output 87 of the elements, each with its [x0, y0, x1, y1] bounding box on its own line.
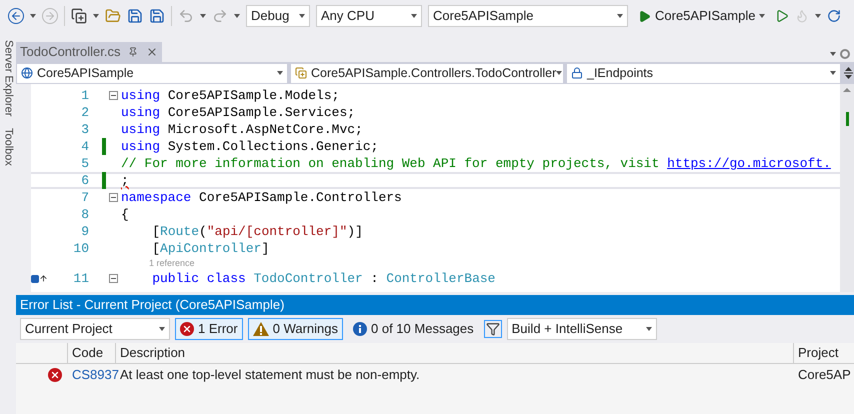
code-line: {	[120, 206, 130, 223]
line-number: 5	[80, 155, 89, 172]
column-header[interactable]: Code	[68, 343, 116, 363]
caret-icon	[815, 14, 822, 18]
caret-icon	[759, 14, 766, 18]
caret-icon	[646, 327, 652, 331]
line-number: 9	[80, 223, 89, 240]
startup-project-dropdown[interactable]: Core5APISample	[428, 5, 628, 27]
filter-toggle[interactable]: 1 Error	[175, 318, 243, 340]
line-number: 6	[80, 172, 89, 189]
code-line: // For more information on enabling Web API for empty projects, visit https://go.microsoft.	[120, 155, 832, 172]
navigation-dropdown[interactable]: Core5APISample.Controllers.TodoController	[291, 64, 563, 82]
column-header[interactable]: Project	[794, 343, 854, 363]
caret-icon	[830, 52, 836, 56]
line-number: 8	[80, 206, 89, 223]
scope-dropdown[interactable]: Current Project	[20, 318, 170, 340]
panel-title: Error List - Current Project (Core5APISample)	[16, 295, 854, 315]
save-all-icon[interactable]	[149, 8, 165, 24]
configuration-dropdown[interactable]: Debug	[246, 5, 310, 27]
change-bar	[102, 138, 106, 155]
caret-icon	[200, 14, 206, 18]
fold-toggle[interactable]	[109, 274, 118, 283]
folder-icon[interactable]	[105, 8, 121, 24]
navigation-dropdown[interactable]: _IEndpoints	[567, 64, 840, 82]
new-project-icon[interactable]	[71, 8, 87, 24]
code-line: public class TodoController : ControllerBase	[151, 270, 496, 287]
override-icon[interactable]	[31, 274, 48, 283]
lock-icon	[571, 67, 583, 79]
code-line: namespace Core5APISample.Controllers	[120, 189, 403, 206]
code-line: ;	[120, 172, 130, 189]
line-number: 10	[72, 240, 89, 257]
change-bar	[102, 172, 106, 189]
line-number: 4	[80, 138, 89, 155]
close-icon[interactable]	[146, 46, 158, 58]
navigation-dropdown[interactable]: Core5APISample	[17, 64, 287, 82]
settings-icon[interactable]	[840, 49, 850, 59]
caret-icon	[830, 71, 836, 75]
code-line: using Core5APISample.Models;	[120, 87, 340, 104]
line-number: 3	[80, 121, 89, 138]
error-icon	[48, 368, 62, 382]
play-icon	[638, 10, 651, 22]
fold-toggle[interactable]	[109, 193, 118, 202]
pin-icon[interactable]	[128, 47, 138, 57]
line-number: 1	[80, 87, 89, 104]
line-number: 7	[80, 189, 89, 206]
caret-icon	[617, 14, 623, 18]
back-icon[interactable]	[8, 8, 24, 24]
column-header[interactable]: Description	[116, 343, 794, 363]
scrollbar[interactable]	[840, 84, 854, 292]
run-icon[interactable]	[775, 9, 790, 23]
caret-icon	[299, 14, 305, 18]
change-marker	[846, 112, 848, 126]
error-icon	[180, 322, 194, 336]
caret-icon	[556, 71, 562, 75]
code-line: using Microsoft.AspNetCore.Mvc;	[120, 121, 364, 138]
globe-icon	[21, 67, 33, 79]
info-icon	[353, 322, 368, 336]
error-code-link[interactable]: CS8937	[68, 365, 116, 385]
class-icon	[295, 67, 307, 79]
caret-icon	[93, 14, 99, 18]
caret-icon	[411, 14, 417, 18]
side-tab[interactable]: Server Explorer	[0, 40, 16, 116]
table-cell-text: At least one top-level statement must be non-empty.	[119, 366, 421, 384]
build-filter-dropdown[interactable]: Build + IntelliSense	[506, 318, 657, 340]
fold-toggle[interactable]	[109, 91, 118, 100]
split-icon[interactable]	[844, 67, 853, 79]
save-icon[interactable]	[127, 8, 143, 24]
line-number: 2	[80, 104, 89, 121]
platform-dropdown[interactable]: Any CPU	[316, 5, 422, 27]
table-cell-text: Core5AP	[797, 366, 852, 384]
warning-icon	[252, 322, 269, 336]
start-button[interactable]: Core5APISample	[634, 6, 770, 26]
code-line: using System.Collections.Generic;	[120, 138, 380, 155]
code-line: using Core5APISample.Services;	[120, 104, 356, 121]
caret-icon	[234, 14, 240, 18]
caret-icon	[277, 71, 283, 75]
filter-toggle[interactable]: 0 Warnings	[248, 318, 344, 340]
side-tab[interactable]: Toolbox	[0, 128, 16, 166]
code-line: [ApiController]	[151, 240, 270, 257]
refresh-icon[interactable]	[827, 9, 842, 23]
filter-toggle[interactable]: 0 of 10 Messages	[348, 318, 479, 340]
caret-icon	[30, 14, 36, 18]
caret-icon	[159, 327, 165, 331]
code-line: [Route("api/[controller]")]	[151, 223, 364, 240]
filter-icon[interactable]	[484, 320, 502, 338]
document-tab[interactable]: TodoController.cs	[16, 42, 162, 62]
line-number: 11	[72, 270, 89, 287]
